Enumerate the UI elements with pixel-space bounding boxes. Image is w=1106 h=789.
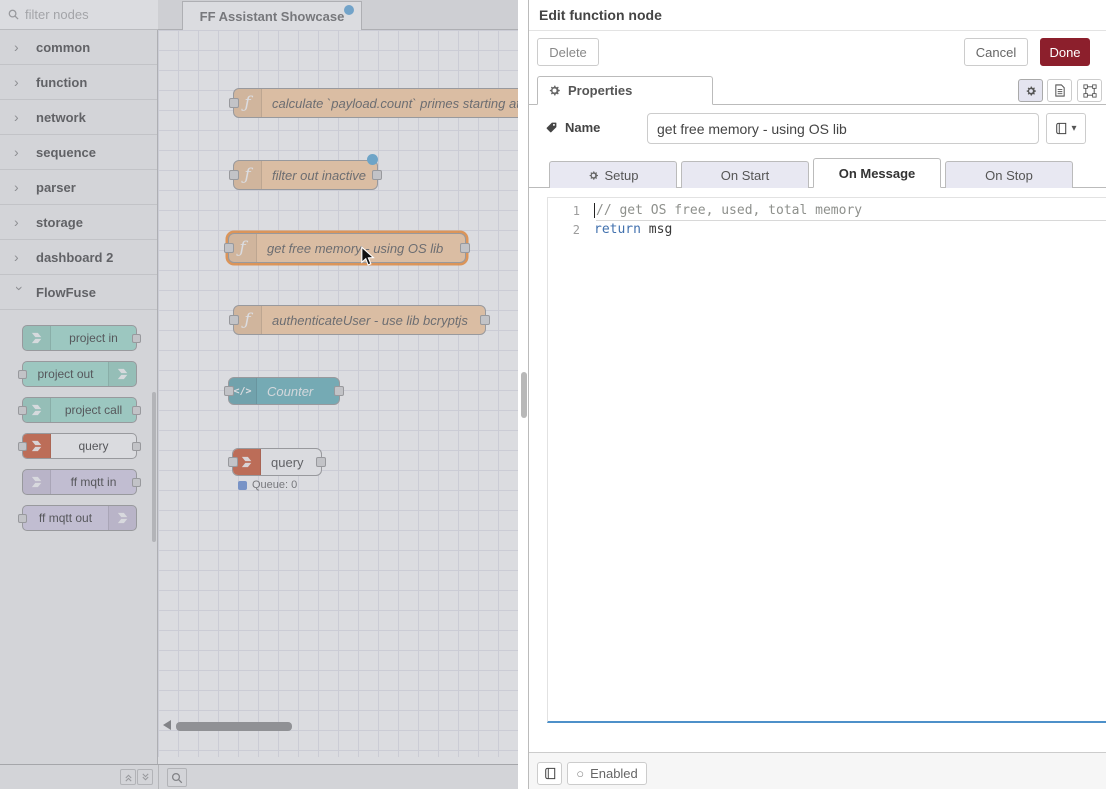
canvas-scroll-gutter xyxy=(518,0,528,789)
tab-on-start[interactable]: On Start xyxy=(681,161,809,188)
edit-tray: Edit function node Delete Cancel Done Pr… xyxy=(528,0,1106,789)
tab-on-stop[interactable]: On Stop xyxy=(945,161,1073,188)
document-icon xyxy=(1054,84,1066,97)
done-button[interactable]: Done xyxy=(1040,38,1090,66)
description-view-button[interactable] xyxy=(1047,79,1072,102)
gear-icon xyxy=(548,84,561,97)
gear-icon xyxy=(588,170,599,181)
line-number: 2 xyxy=(548,223,594,237)
tray-footer: ○ Enabled xyxy=(529,752,1106,789)
name-input[interactable] xyxy=(647,113,1039,144)
tab-properties[interactable]: Properties xyxy=(537,76,713,105)
name-row: Name ▾ xyxy=(529,113,1106,145)
selection-frame-icon xyxy=(1083,84,1097,98)
library-dropdown-button[interactable]: ▾ xyxy=(1046,113,1086,144)
enabled-state-icon: ○ xyxy=(576,766,584,781)
workspace: filter nodes ›common ›function ›network … xyxy=(0,0,528,789)
line-number: 1 xyxy=(548,204,594,218)
name-field-label: Name xyxy=(545,120,600,135)
node-red-editor: filter nodes ›common ›function ›network … xyxy=(0,0,1106,789)
properties-view-button[interactable] xyxy=(1018,79,1043,102)
code-line-1: 1 // get OS free, used, total memory xyxy=(548,201,1106,220)
function-editor-tabs: Setup On Start On Message On Stop xyxy=(529,158,1106,188)
text-cursor xyxy=(594,203,595,218)
workspace-shade xyxy=(0,0,518,789)
code-line-2: 2 return msg xyxy=(548,220,1106,239)
enabled-toggle-button[interactable]: ○ Enabled xyxy=(567,762,647,785)
tray-title: Edit function node xyxy=(529,0,1106,31)
canvas-vscroll-thumb[interactable] xyxy=(521,372,527,418)
delete-button[interactable]: Delete xyxy=(537,38,599,66)
tray-tab-row: Properties xyxy=(529,76,1106,105)
tab-on-message[interactable]: On Message xyxy=(813,158,941,188)
tag-icon xyxy=(545,121,558,134)
book-icon xyxy=(544,767,556,780)
mouse-cursor xyxy=(360,246,376,267)
caret-down-icon: ▾ xyxy=(1071,123,1076,134)
gear-icon xyxy=(1025,85,1037,97)
appearance-view-button[interactable] xyxy=(1077,79,1102,102)
tab-setup[interactable]: Setup xyxy=(549,161,677,188)
code-editor[interactable]: 1 // get OS free, used, total memory 2 r… xyxy=(547,197,1106,723)
node-library-button[interactable] xyxy=(537,762,562,785)
cancel-button[interactable]: Cancel xyxy=(964,38,1028,66)
book-icon xyxy=(1055,122,1067,135)
